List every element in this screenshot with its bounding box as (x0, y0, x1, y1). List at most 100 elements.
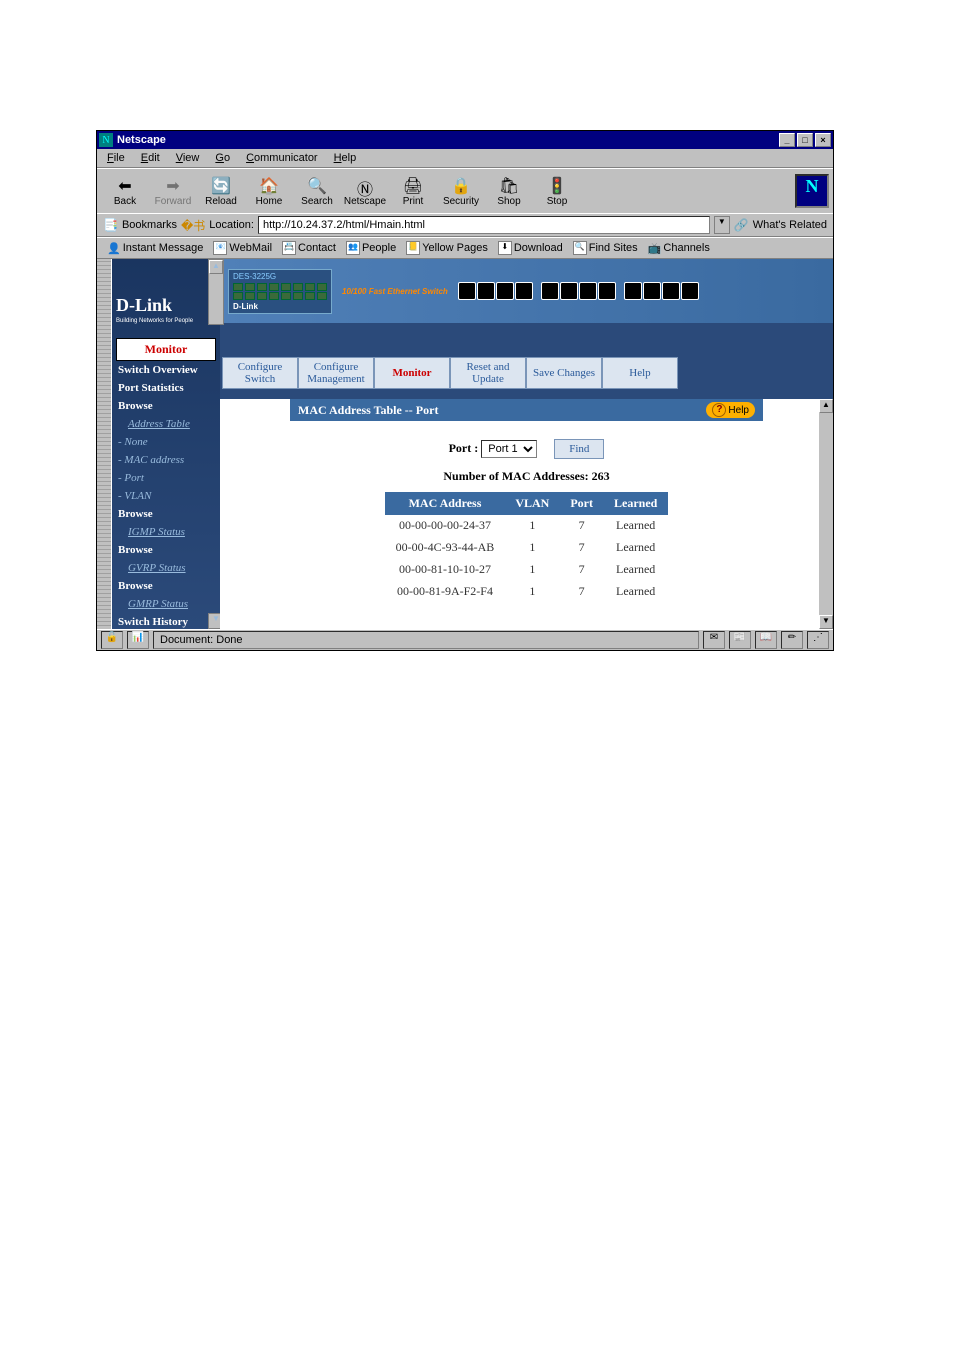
menu-go[interactable]: Go (209, 151, 236, 165)
address-count: Number of MAC Addresses: 263 (220, 469, 833, 484)
sidebar-item[interactable]: Switch History (116, 613, 216, 631)
status-comp-icon[interactable]: ✏ (781, 631, 803, 649)
shop-button[interactable]: 🛍Shop (485, 176, 533, 207)
sidebar-item[interactable]: None (116, 433, 216, 451)
cell-mac: 00-00-81-9A-F2-F4 (385, 581, 505, 603)
menu-communicator[interactable]: Communicator (240, 151, 324, 165)
sidebar-item[interactable]: Port Statistics (116, 379, 216, 397)
table-row: 00-00-4C-93-44-AB17Learned (385, 537, 668, 559)
port-modules (458, 282, 699, 300)
print-button[interactable]: 🖨Print (389, 176, 437, 207)
cell-mac: 00-00-00-00-24-37 (385, 515, 505, 537)
sidebar-item[interactable]: GVRP Status (116, 559, 216, 577)
sidebar-item[interactable]: MAC address (116, 451, 216, 469)
channels[interactable]: 📺Channels (644, 242, 714, 255)
stop-button[interactable]: 🚦Stop (533, 176, 581, 207)
sidebar-item[interactable]: IGMP Status (116, 523, 216, 541)
nav-tab[interactable]: Configure Management (298, 357, 374, 389)
table-row: 00-00-00-00-24-3717Learned (385, 515, 668, 537)
statusbar: 🔓 📊 Document: Done ✉ 📰 📖 ✏ ⋰ (97, 629, 833, 650)
port-label: Port : (449, 441, 479, 455)
nav-toolbar: ⬅Back ➡Forward 🔄Reload 🏠Home 🔍Search ⓃNe… (97, 168, 833, 213)
reload-button[interactable]: 🔄Reload (197, 176, 245, 207)
sidebar-item[interactable]: Switch Overview (116, 361, 216, 379)
location-dropdown[interactable]: ▼ (714, 216, 730, 234)
nav-tab[interactable]: Help (602, 357, 678, 389)
bookmarks-icon[interactable]: 📑 (103, 218, 118, 233)
sidebar-item[interactable]: Monitor (116, 338, 216, 361)
bookmarks-button[interactable]: Bookmarks (122, 219, 177, 231)
sidebar-item[interactable]: Address Table (116, 415, 216, 433)
panel-title: MAC Address Table -- Port (298, 403, 438, 418)
status-mail-icon[interactable]: ✉ (703, 631, 725, 649)
nav-tab[interactable]: Monitor (374, 357, 450, 389)
menubar: File Edit View Go Communicator Help (97, 149, 833, 168)
sidebar-item[interactable]: Port (116, 469, 216, 487)
col-learned: Learned (603, 493, 667, 515)
find-button[interactable]: Find (554, 439, 604, 459)
sidebar-item[interactable]: Browse (116, 577, 216, 595)
status-ab-icon[interactable]: 📖 (755, 631, 777, 649)
contact[interactable]: 📇Contact (278, 241, 340, 255)
menu-edit[interactable]: Edit (135, 151, 166, 165)
search-button[interactable]: 🔍Search (293, 176, 341, 207)
table-row: 00-00-81-10-10-2717Learned (385, 559, 668, 581)
sidebar-item[interactable]: GMRP Status (116, 595, 216, 613)
cell-mac: 00-00-81-10-10-27 (385, 559, 505, 581)
content-scrollbar[interactable]: ▲▼ (819, 399, 833, 629)
cell-learned: Learned (603, 559, 667, 581)
nav-tab[interactable]: Reset and Update (450, 357, 526, 389)
browser-window: N Netscape _ □ × File Edit View Go Commu… (96, 130, 834, 651)
menu-view[interactable]: View (170, 151, 206, 165)
port-select[interactable]: Port 1 (481, 440, 537, 458)
device-banner: DES-3225G D-Link 10/100 Fast Ethernet Sw… (220, 259, 833, 323)
col-mac: MAC Address (385, 493, 505, 515)
close-button[interactable]: × (815, 133, 831, 147)
minimize-button[interactable]: _ (779, 133, 795, 147)
menu-file[interactable]: File (101, 151, 131, 165)
cell-port: 7 (560, 515, 604, 537)
sidebar-item[interactable]: Browse (116, 541, 216, 559)
location-bar: 📑 Bookmarks �书 Location: ▼ 🔗 What's Rela… (97, 213, 833, 237)
location-icon: �书 (181, 217, 205, 234)
status-lock-icon: 🔓 (101, 631, 123, 649)
maximize-button[interactable]: □ (797, 133, 813, 147)
nav-tab[interactable]: Save Changes (526, 357, 602, 389)
instant-message[interactable]: 👤Instant Message (103, 242, 207, 255)
app-icon: N (99, 133, 113, 147)
yellow-pages[interactable]: 📒Yellow Pages (402, 241, 492, 255)
home-button[interactable]: 🏠Home (245, 176, 293, 207)
cell-learned: Learned (603, 515, 667, 537)
netscape-throbber: N (795, 174, 829, 208)
menu-help[interactable]: Help (328, 151, 363, 165)
nav-tab[interactable]: Configure Switch (222, 357, 298, 389)
sidebar-scrollbar[interactable]: ▲ (208, 259, 224, 325)
help-button[interactable]: ?Help (706, 402, 755, 418)
status-message: Document: Done (153, 631, 699, 649)
webmail[interactable]: 📧WebMail (209, 241, 276, 255)
security-button[interactable]: 🔒Security (437, 176, 485, 207)
forward-button[interactable]: ➡Forward (149, 176, 197, 207)
cell-port: 7 (560, 581, 604, 603)
cell-learned: Learned (603, 581, 667, 603)
brand-tagline: Building Networks for People (116, 318, 216, 324)
status-news-icon[interactable]: 📰 (729, 631, 751, 649)
resize-grip[interactable]: ⋰ (807, 631, 829, 649)
content-panel: ▲▼ MAC Address Table -- Port ?Help Port … (220, 399, 833, 629)
main-column: DES-3225G D-Link 10/100 Fast Ethernet Sw… (220, 259, 833, 629)
location-input[interactable] (258, 216, 710, 234)
related-icon[interactable]: 🔗 (734, 218, 749, 233)
location-label: Location: (209, 219, 254, 231)
people[interactable]: 👥People (342, 241, 400, 255)
sidebar-item[interactable]: Browse (116, 505, 216, 523)
download[interactable]: ⬇Download (494, 241, 567, 255)
col-vlan: VLAN (505, 493, 560, 515)
find-sites[interactable]: 🔍Find Sites (569, 241, 642, 255)
sidebar-item[interactable]: VLAN (116, 487, 216, 505)
device-desc: 10/100 Fast Ethernet Switch (342, 287, 448, 296)
whats-related[interactable]: What's Related (753, 219, 827, 231)
netscape-button[interactable]: ⓃNetscape (341, 176, 389, 207)
back-button[interactable]: ⬅Back (101, 176, 149, 207)
cell-vlan: 1 (505, 581, 560, 603)
sidebar-item[interactable]: Browse (116, 397, 216, 415)
